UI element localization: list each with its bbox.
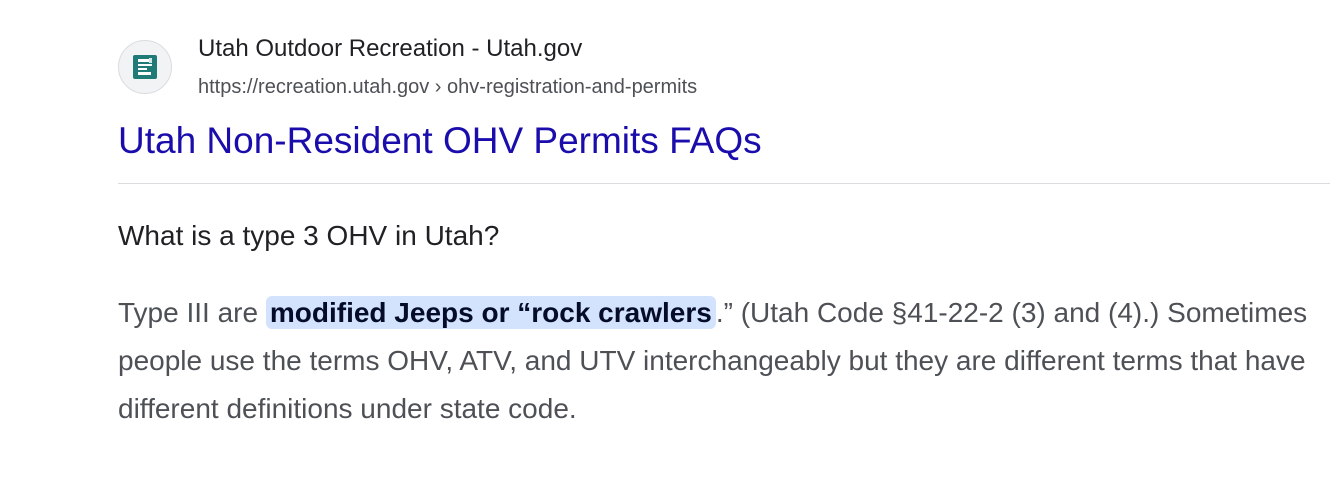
result-divider	[118, 183, 1330, 184]
url-path: ohv-registration-and-permits	[447, 76, 698, 98]
site-breadcrumb-url[interactable]: https://recreation.utah.gov › ohv-regist…	[198, 76, 697, 99]
utah-gov-document-icon	[133, 55, 157, 79]
answer-text-before: Type III are	[118, 297, 266, 328]
url-separator: ›	[429, 76, 448, 98]
faq-question: What is a type 3 OHV in Utah?	[118, 220, 500, 251]
site-name[interactable]: Utah Outdoor Recreation - Utah.gov	[198, 35, 582, 63]
url-base: https://recreation.utah.gov	[198, 76, 430, 98]
faq-answer: Type III are modified Jeeps or “rock cra…	[118, 289, 1323, 433]
result-title-link[interactable]: Utah Non-Resident OHV Permits FAQs	[118, 120, 762, 162]
site-favicon[interactable]	[118, 40, 172, 94]
answer-highlight: modified Jeeps or “rock crawlers	[265, 296, 716, 329]
